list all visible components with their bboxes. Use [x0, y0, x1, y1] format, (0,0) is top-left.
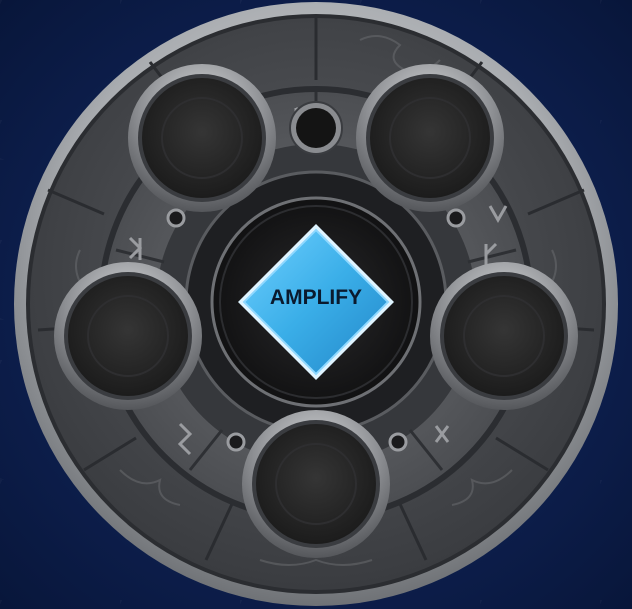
- slot-top-right[interactable]: [356, 64, 504, 212]
- slot-right[interactable]: [430, 262, 578, 410]
- slot-bottom[interactable]: [242, 410, 390, 558]
- socket-top[interactable]: [289, 101, 343, 155]
- rune-board: [14, 2, 618, 606]
- slot-top-left[interactable]: [128, 64, 276, 212]
- slot-left[interactable]: [54, 262, 202, 410]
